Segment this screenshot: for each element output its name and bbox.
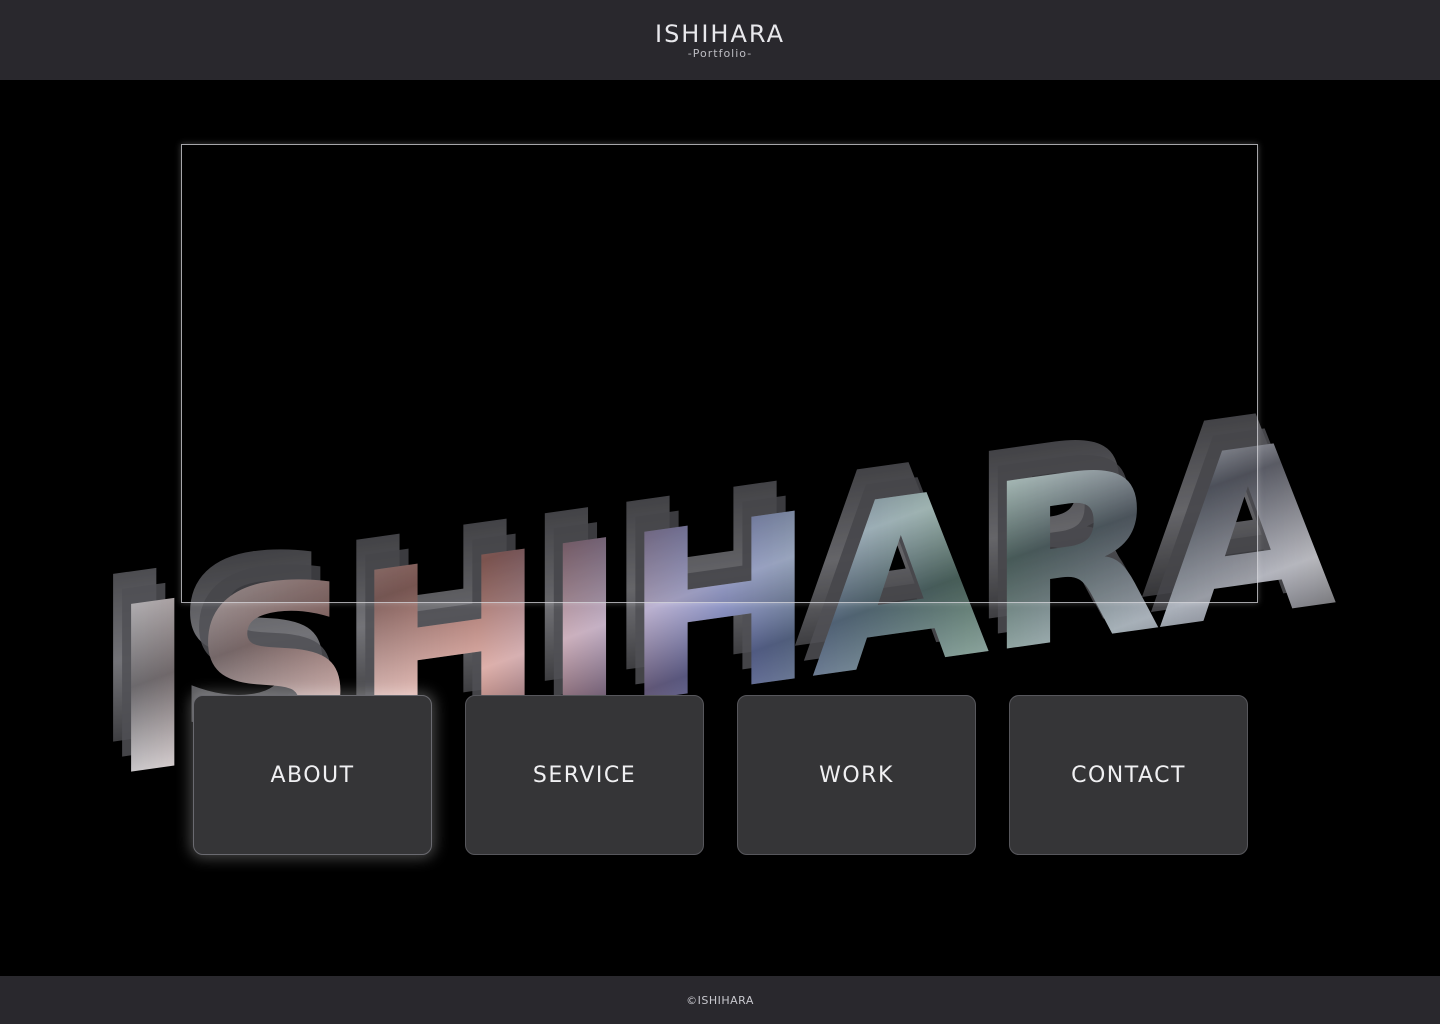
nav-about-button[interactable]: ABOUT [193,695,432,855]
hero-frame [181,144,1258,603]
site-subtitle: -Portfolio- [687,46,753,60]
nav-about-label: ABOUT [270,762,355,788]
nav-contact-label: CONTACT [1071,762,1186,788]
nav-work-label: WORK [819,762,894,788]
site-title[interactable]: ISHIHARA [655,21,785,47]
nav-service-label: SERVICE [532,762,637,788]
nav-work-button[interactable]: WORK [737,695,976,855]
main-nav: ABOUT SERVICE WORK CONTACT [193,695,1249,855]
site-footer: ©ISHIHARA [0,976,1440,1024]
nav-contact-button[interactable]: CONTACT [1009,695,1248,855]
copyright-text: ©ISHIHARA [686,993,754,1007]
hero-section: ISHIHARA ISHIHARA ISHIHARA ISHIHARA ABOU… [0,80,1440,976]
site-header: ISHIHARA -Portfolio- [0,0,1440,80]
nav-service-button[interactable]: SERVICE [465,695,704,855]
